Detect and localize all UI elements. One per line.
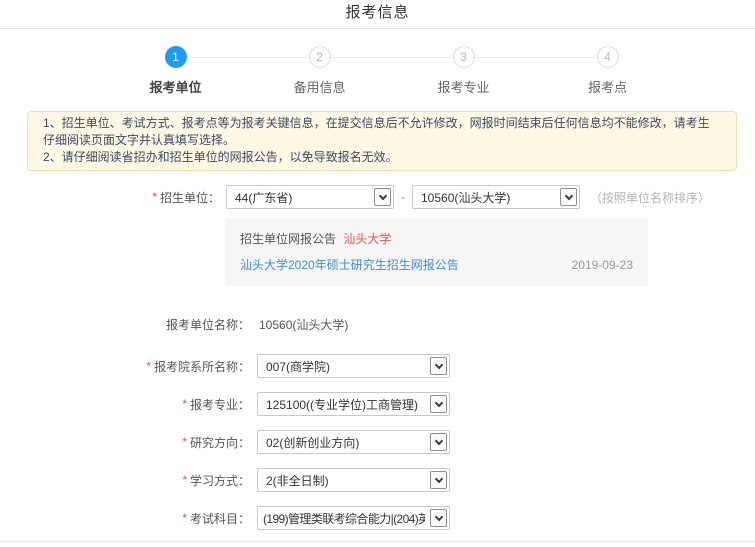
announcement-item: 汕头大学2020年硕士研究生招生网报公告 2019-09-23 (240, 256, 633, 273)
announcement-unit-name: 汕头大学 (343, 232, 392, 246)
announcement-date: 2019-09-23 (571, 258, 633, 272)
chevron-down-icon (430, 395, 447, 413)
department-select[interactable]: 007(商学院) (257, 354, 450, 378)
study-mode-row: * 学习方式： 2(非全日制) (0, 468, 755, 492)
step-4-circle: 4 (596, 46, 619, 68)
required-marker: * (146, 359, 151, 373)
sort-hint: （按照单位名称排序） (590, 190, 711, 205)
bottom-divider (0, 541, 755, 542)
step-3-major[interactable]: 3 报考专业 (438, 46, 490, 96)
step-indicator: 1 报考单位 2 备用信息 3 报考专业 4 报考点 (14, 46, 755, 96)
unit-name-row: 报考单位名称： 10560(汕头大学) (0, 316, 755, 333)
step-connector (475, 57, 596, 58)
select-separator: - (401, 190, 405, 204)
step-1-circle: 1 (164, 46, 187, 68)
application-info-page: 报考信息 1 报考单位 2 备用信息 3 报考专业 4 报考点 1、招生单位、考… (0, 0, 755, 547)
major-select[interactable]: 125100((专业学位)工商管理) (257, 392, 450, 416)
required-marker: * (182, 473, 187, 487)
notice-line-1: 1、招生单位、考试方式、报考点等为报考关键信息，在提交信息后不允许修改，网报时间… (43, 116, 710, 147)
step-4-label: 报考点 (588, 80, 628, 95)
study-mode-select[interactable]: 2(非全日制) (257, 468, 450, 492)
exam-subjects-row: * 考试科目： (199)管理类联考综合能力|(204)英语二|(-)无 (0, 506, 755, 530)
step-2-circle: 2 (308, 46, 331, 68)
chevron-down-icon (430, 357, 447, 375)
research-direction-label: * 研究方向： (182, 435, 250, 450)
required-marker: * (152, 190, 157, 204)
announcement-heading: 招生单位网报公告 (240, 232, 337, 246)
unit-select[interactable]: 10560(汕头大学) (412, 185, 580, 209)
major-label: * 报考专业： (182, 397, 250, 412)
step-2-backup-info[interactable]: 2 备用信息 (294, 46, 346, 96)
department-label: * 报考院系所名称： (146, 359, 250, 374)
step-2-label: 备用信息 (293, 80, 346, 95)
major-row: * 报考专业： 125100((专业学位)工商管理) (0, 392, 755, 416)
department-row: * 报考院系所名称： 007(商学院) (0, 354, 755, 378)
required-marker: * (182, 435, 187, 449)
chevron-down-icon (430, 433, 447, 451)
announcement-heading-row: 招生单位网报公告 汕头大学 (240, 230, 633, 247)
recruit-unit-label: * 招生单位： (152, 190, 220, 205)
step-1-label: 报考单位 (149, 80, 202, 95)
unit-name-value: 10560(汕头大学) (259, 318, 349, 332)
step-3-circle: 3 (452, 46, 475, 68)
research-direction-row: * 研究方向： 02(创新创业方向) (0, 430, 755, 454)
required-marker: * (182, 397, 187, 411)
exam-subjects-label: * 考试科目： (182, 511, 250, 526)
step-1-recruit-unit[interactable]: 1 报考单位 (150, 46, 202, 96)
notice-line-2: 2、请仔细阅读省招办和招生单位的网报公告，以免导致报名无效。 (43, 150, 398, 164)
page-title: 报考信息 (345, 4, 410, 21)
step-3-label: 报考专业 (437, 80, 490, 95)
province-select[interactable]: 44(广东省) (226, 185, 394, 209)
chevron-down-icon (374, 188, 391, 206)
step-connector (187, 57, 308, 58)
chevron-down-icon (430, 509, 447, 527)
step-connector (331, 57, 452, 58)
recruit-unit-row: * 招生单位： 44(广东省) - 10560(汕头大学) （按照单位名称排序） (0, 185, 755, 209)
step-4-exam-site[interactable]: 4 报考点 (588, 46, 627, 96)
exam-subjects-select[interactable]: (199)管理类联考综合能力|(204)英语二|(-)无 (257, 506, 450, 530)
required-marker: * (182, 511, 187, 525)
chevron-down-icon (560, 188, 577, 206)
announcement-link[interactable]: 汕头大学2020年硕士研究生招生网报公告 (240, 256, 459, 273)
research-direction-select[interactable]: 02(创新创业方向) (257, 430, 450, 454)
announcement-box: 招生单位网报公告 汕头大学 汕头大学2020年硕士研究生招生网报公告 2019-… (225, 219, 648, 286)
chevron-down-icon (430, 471, 447, 489)
study-mode-label: * 学习方式： (182, 473, 250, 488)
notice-box: 1、招生单位、考试方式、报考点等为报考关键信息，在提交信息后不允许修改，网报时间… (27, 111, 737, 171)
unit-name-label: 报考单位名称： (165, 318, 250, 332)
page-header: 报考信息 (0, 0, 755, 29)
select-rows: * 报考院系所名称： 007(商学院) * 报考专业： 125100((专业学位… (0, 354, 755, 530)
